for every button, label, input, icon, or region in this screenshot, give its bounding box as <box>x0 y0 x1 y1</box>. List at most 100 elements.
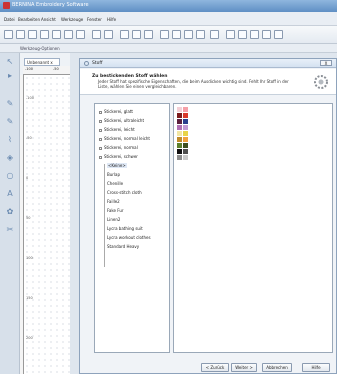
shape-icon[interactable]: ○ <box>5 171 15 181</box>
embroidery-canvas[interactable] <box>23 75 70 374</box>
tree-child-item[interactable]: Faille2 <box>107 199 120 204</box>
tree-child-item[interactable]: Chenille <box>107 181 123 186</box>
new-icon[interactable] <box>4 30 13 39</box>
tree-child-item[interactable]: Fake Fur <box>107 208 124 213</box>
circle-icon[interactable] <box>196 30 205 39</box>
menu-werkzeuge[interactable]: Werkzeuge <box>61 17 83 22</box>
redo-icon[interactable] <box>104 30 113 39</box>
color-swatch <box>177 143 182 148</box>
distribute-icon[interactable] <box>262 30 271 39</box>
options-label: Werkzeug-Optionen <box>20 46 60 51</box>
pointer-icon[interactable]: ▸ <box>5 71 15 81</box>
color-swatch <box>177 131 182 136</box>
ruler-tick: -50 <box>26 136 32 140</box>
text-icon[interactable]: A <box>5 189 15 199</box>
tree-group-item[interactable]: Stickerei, normal <box>99 145 138 150</box>
align-right-icon[interactable] <box>250 30 259 39</box>
zoom-fit-icon[interactable] <box>144 30 153 39</box>
ruler-tick: 100 <box>26 256 33 260</box>
color-swatch <box>177 137 182 142</box>
expand-icon[interactable] <box>99 110 102 114</box>
shape-icon[interactable] <box>160 30 169 39</box>
color-swatch <box>183 131 188 136</box>
next-button[interactable]: Weiter > <box>231 363 257 372</box>
ruler-tick: -100 <box>26 96 34 100</box>
ruler-tick: 150 <box>26 296 33 300</box>
expand-icon[interactable] <box>99 119 102 123</box>
print-icon[interactable] <box>40 30 49 39</box>
ruler-tick: 0 <box>26 176 29 180</box>
tree-group-item[interactable]: Stickerei, schwer <box>99 154 138 159</box>
color-swatch <box>183 125 188 130</box>
fill-icon[interactable]: ◈ <box>5 153 15 163</box>
align-left-icon[interactable] <box>226 30 235 39</box>
dialog-header: Zu bestickenden Stoff wählen Jeder Stoff… <box>80 69 336 95</box>
tree-group-item[interactable]: Stickerei, normal leicht <box>99 136 150 141</box>
dialog-close-button[interactable]: X <box>320 60 332 66</box>
color-swatch <box>183 119 188 124</box>
zoom-in-icon[interactable] <box>120 30 129 39</box>
close-icon[interactable]: x <box>50 60 52 65</box>
document-tab-label: Unbenannt <box>27 60 50 65</box>
tree-child-item-selected[interactable]: <Keine> <box>107 163 127 168</box>
color-swatch <box>183 137 188 142</box>
pen-icon[interactable]: ✎ <box>5 99 15 109</box>
cut-icon[interactable] <box>52 30 61 39</box>
menu-fenster[interactable]: Fenster <box>87 17 102 22</box>
expand-icon[interactable] <box>99 137 102 141</box>
menu-datei[interactable]: Datei <box>4 17 15 22</box>
menu-ansicht[interactable]: Ansicht <box>41 17 56 22</box>
tree-child-item[interactable]: Lycra workout clothes <box>107 235 151 240</box>
paste-icon[interactable] <box>76 30 85 39</box>
menu-bearbeiten[interactable]: Bearbeiten <box>18 17 40 22</box>
app-title: BERNINA Embroidery Software <box>12 2 89 8</box>
tree-child-item[interactable]: Lycra bathing suit <box>107 226 143 231</box>
undo-icon[interactable] <box>92 30 101 39</box>
stitch-icon[interactable]: ⌇ <box>5 135 15 145</box>
left-toolbar: ↖ ▸ ✎ ✎ ⌇ ◈ ○ A ✿ ✂ <box>0 53 20 374</box>
circle-icon[interactable] <box>184 30 193 39</box>
menu-hilfe[interactable]: Hilfe <box>107 17 116 22</box>
zoom-out-icon[interactable] <box>132 30 141 39</box>
fabric-tree[interactable]: Stickerei, glatt Stickerei, ultraleicht … <box>94 103 170 353</box>
tree-child-item[interactable]: Cross-stitch cloth <box>107 190 142 195</box>
cancel-button[interactable]: Abbrechen <box>262 363 292 372</box>
select-icon[interactable]: ↖ <box>5 57 15 67</box>
ruler-tick: 200 <box>26 336 33 340</box>
align-center-icon[interactable] <box>238 30 247 39</box>
fabric-dialog: Stoff X Zu bestickenden Stoff wählen Jed… <box>79 58 337 374</box>
save-icon[interactable] <box>28 30 37 39</box>
tree-group-item[interactable]: Stickerei, glatt <box>99 109 133 114</box>
tree-child-item[interactable]: Standard Heavy <box>107 244 139 249</box>
menu-bar: Datei Bearbeiten Ansicht Werkzeuge Fenst… <box>0 12 337 26</box>
collapse-icon[interactable] <box>99 155 102 159</box>
color-swatch <box>177 125 182 130</box>
tree-group-label: Stickerei, glatt <box>104 109 133 114</box>
brush-icon[interactable]: ✎ <box>5 117 15 127</box>
tree-connector <box>104 164 105 267</box>
motif-icon[interactable]: ✿ <box>5 207 15 217</box>
help-button[interactable]: Hilfe <box>302 363 330 372</box>
horizontal-ruler: -100 -50 <box>23 66 70 75</box>
open-icon[interactable] <box>16 30 25 39</box>
expand-icon[interactable] <box>99 146 102 150</box>
color-swatch <box>177 119 182 124</box>
copy-icon[interactable] <box>64 30 73 39</box>
group-icon[interactable] <box>274 30 283 39</box>
fabric-icon[interactable] <box>210 30 219 39</box>
tree-group-label: Stickerei, normal leicht <box>104 136 150 141</box>
tree-group-label: Stickerei, ultraleicht <box>104 118 145 123</box>
back-button[interactable]: < Zurück <box>201 363 229 372</box>
document-tab[interactable]: Unbenannt x <box>24 58 60 66</box>
tree-child-item[interactable]: Burlap <box>107 172 120 177</box>
tree-group-item[interactable]: Stickerei, ultraleicht <box>99 118 144 123</box>
tree-child-item[interactable]: Linen2 <box>107 217 120 222</box>
main-toolbar <box>0 26 337 44</box>
circle-icon[interactable] <box>172 30 181 39</box>
expand-icon[interactable] <box>99 128 102 132</box>
color-swatch <box>177 107 182 112</box>
dialog-title: Stoff <box>92 61 103 66</box>
tree-group-item[interactable]: Stickerei, leicht <box>99 127 135 132</box>
color-swatch <box>177 149 182 154</box>
scissors-icon[interactable]: ✂ <box>5 225 15 235</box>
